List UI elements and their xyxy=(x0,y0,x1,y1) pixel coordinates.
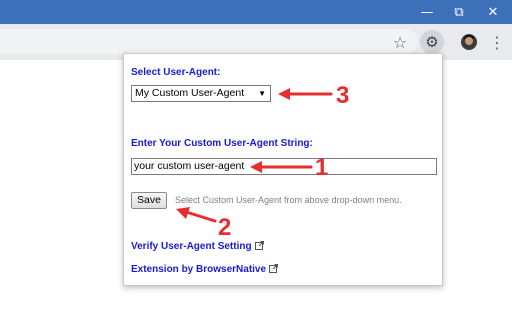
star-icon[interactable]: ☆ xyxy=(389,31,411,53)
user-agent-select[interactable]: My Custom User-Agent ▼ xyxy=(131,85,271,102)
annotation-number-2: 2 xyxy=(218,214,232,241)
avatar[interactable] xyxy=(461,34,477,50)
selected-user-agent: My Custom User-Agent xyxy=(135,87,245,99)
restore-icon[interactable]: ⧉ xyxy=(442,0,476,24)
select-user-agent-label: Select User-Agent: xyxy=(131,67,221,78)
external-link-icon xyxy=(269,264,279,273)
window-titlebar: — ⧉ ✕ xyxy=(0,0,512,24)
close-icon[interactable]: ✕ xyxy=(476,0,510,24)
custom-user-agent-input[interactable]: your custom user-agent xyxy=(131,158,437,175)
gear-icon[interactable]: ⚙ xyxy=(421,31,443,53)
user-agent-popup: Select User-Agent: My Custom User-Agent … xyxy=(123,53,443,286)
annotation-number-1: 1 xyxy=(315,154,329,181)
external-link-icon xyxy=(254,241,264,250)
verify-user-agent-link-text: Verify User-Agent Setting xyxy=(131,241,252,252)
extension-by-link-text: Extension by BrowserNative xyxy=(131,264,267,275)
kebab-menu-icon[interactable]: ⋮ xyxy=(486,31,508,53)
verify-user-agent-link[interactable]: Verify User-Agent Setting xyxy=(131,241,264,252)
custom-user-agent-label: Enter Your Custom User-Agent String: xyxy=(131,138,313,149)
extension-by-link[interactable]: Extension by BrowserNative xyxy=(131,264,279,275)
save-button[interactable]: Save xyxy=(131,192,167,209)
address-bar[interactable] xyxy=(0,29,418,54)
hint-text: Select Custom User-Agent from above drop… xyxy=(175,195,402,205)
annotation-number-3: 3 xyxy=(336,82,350,109)
dropdown-caret-icon: ▼ xyxy=(258,89,266,98)
minimize-icon[interactable]: — xyxy=(410,0,444,24)
